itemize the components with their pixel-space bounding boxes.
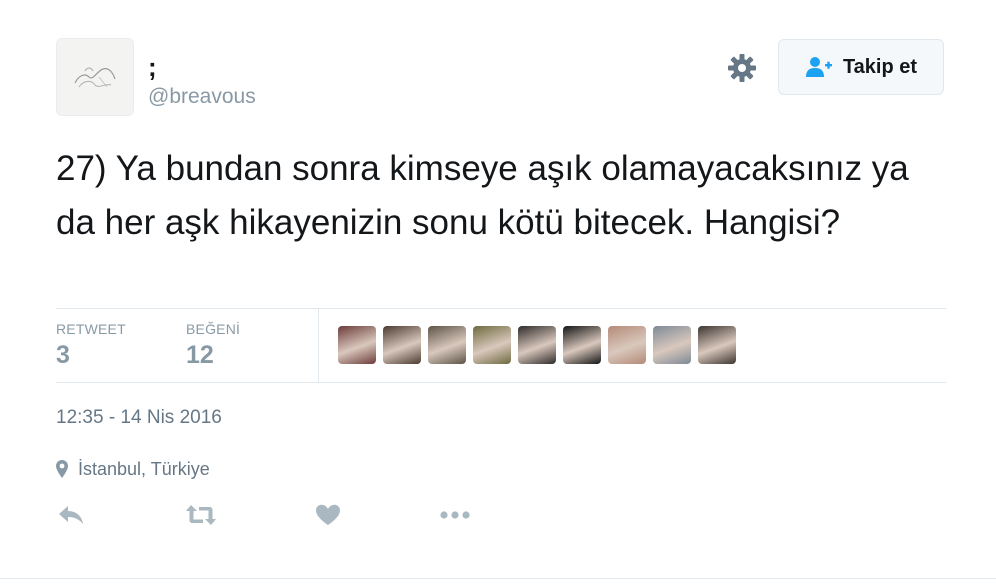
liker-avatar[interactable] [338, 326, 376, 364]
location-pin-icon [56, 460, 68, 478]
stats-divider [318, 308, 319, 383]
divider-top [56, 308, 946, 309]
tweet-text: 27) Ya bundan sonra kimseye aşık olamaya… [56, 149, 909, 242]
gear-icon[interactable] [726, 52, 758, 84]
liker-avatar[interactable] [608, 326, 646, 364]
retweet-stat[interactable]: RETWEET 3 [56, 320, 126, 372]
retweet-label: RETWEET [56, 321, 126, 337]
author-handle[interactable]: @breavous [148, 84, 256, 110]
divider-bottom [56, 382, 946, 383]
like-count: 12 [186, 341, 214, 369]
liker-avatar[interactable] [383, 326, 421, 364]
location-text: İstanbul, Türkiye [78, 459, 210, 479]
liker-avatar[interactable] [563, 326, 601, 364]
liker-avatar[interactable] [698, 326, 736, 364]
like-stat[interactable]: BEĞENİ 12 [186, 320, 240, 372]
reply-button[interactable] [54, 499, 88, 531]
follow-button[interactable]: Takip et [778, 39, 944, 95]
like-button[interactable] [311, 499, 345, 531]
add-user-icon [805, 57, 832, 77]
tweet-timestamp[interactable]: 12:35 - 14 Nis 2016 [56, 406, 222, 430]
author-avatar[interactable] [56, 38, 134, 116]
liker-avatars [338, 326, 743, 364]
reply-icon [59, 506, 83, 524]
follow-button-label: Takip et [842, 55, 918, 78]
like-label: BEĞENİ [186, 321, 241, 337]
tweet-location[interactable]: İstanbul, Türkiye [56, 457, 210, 481]
liker-avatar[interactable] [518, 326, 556, 364]
sketch-avatar-icon [74, 67, 116, 88]
liker-avatar[interactable] [428, 326, 466, 364]
liker-avatar[interactable] [473, 326, 511, 364]
more-button[interactable] [438, 499, 472, 531]
retweet-count: 3 [56, 341, 70, 369]
like-icon [316, 504, 340, 525]
more-icon [440, 511, 470, 519]
author-name[interactable]: ; [148, 52, 157, 82]
bottom-border [0, 578, 996, 579]
liker-avatar[interactable] [653, 326, 691, 364]
retweet-button[interactable] [184, 499, 218, 531]
retweet-icon [186, 505, 216, 525]
